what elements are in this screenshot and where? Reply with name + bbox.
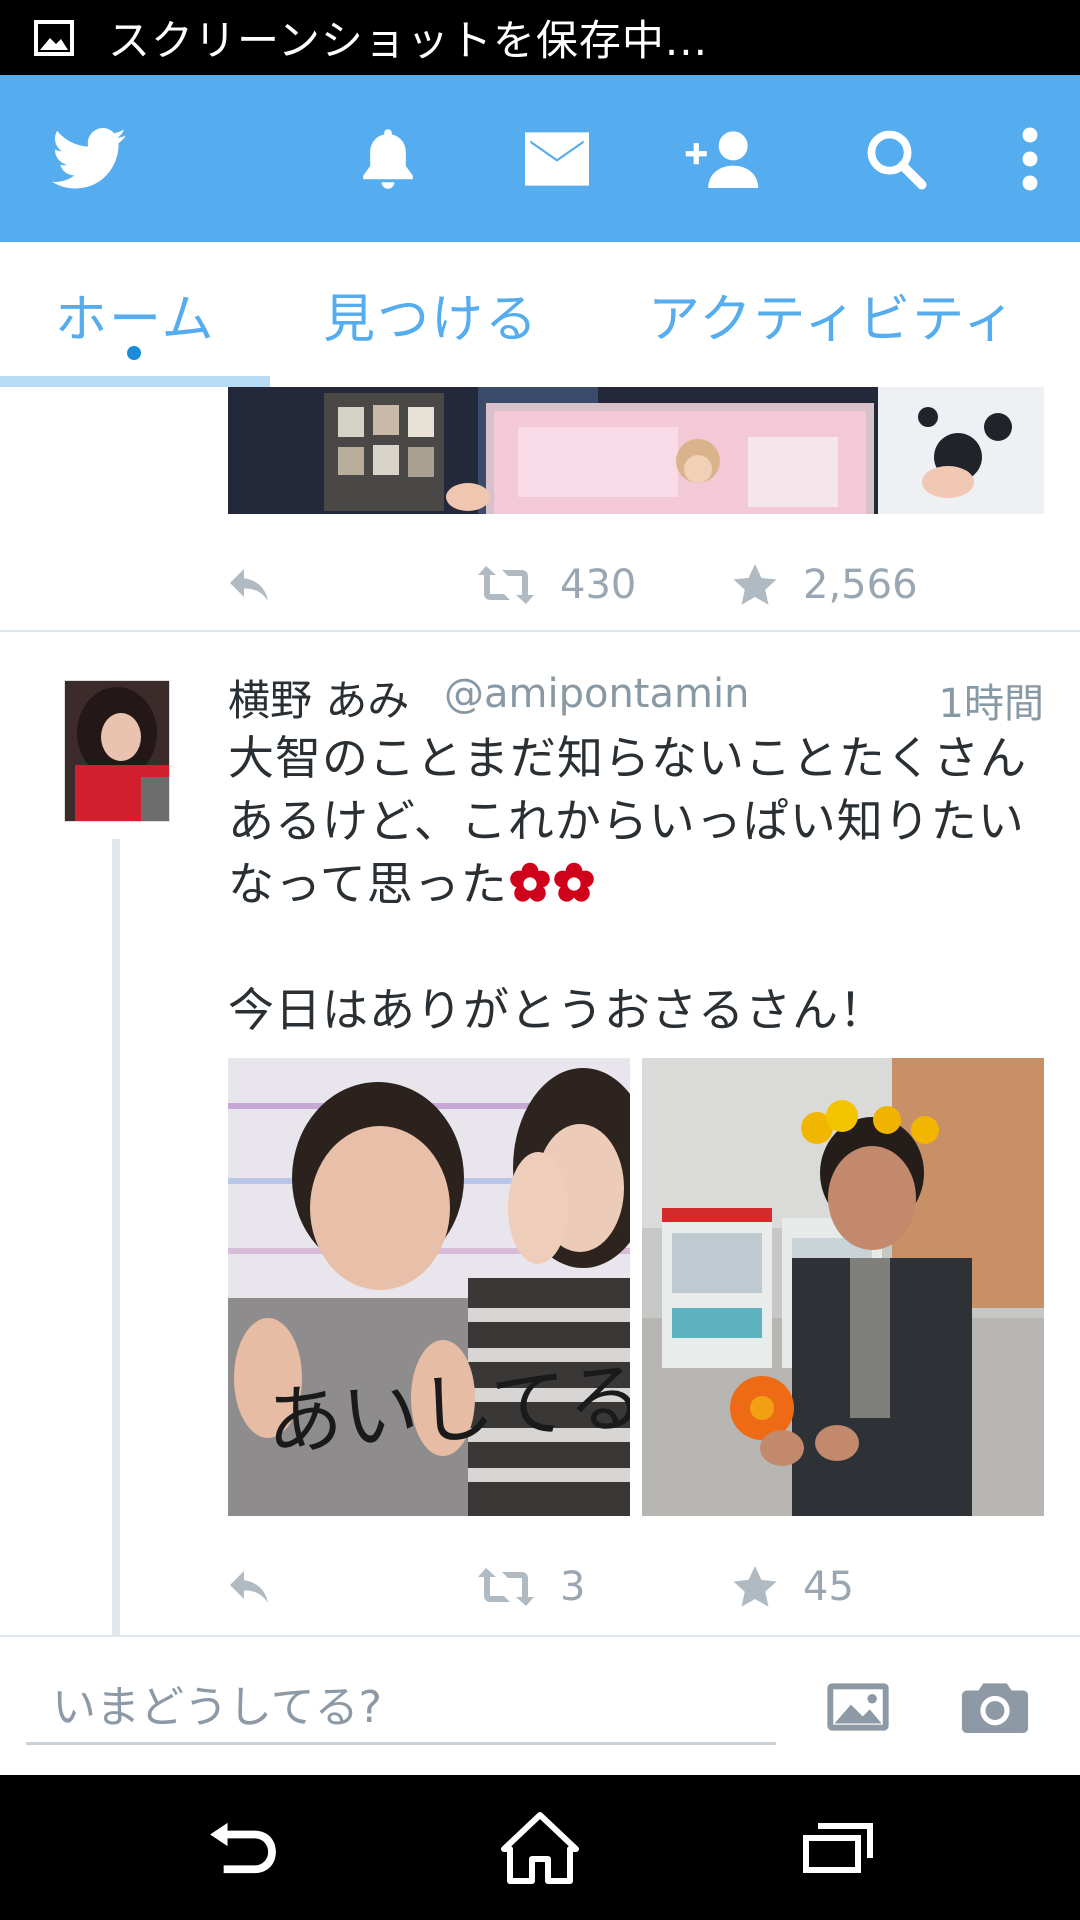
twitter-bird-icon[interactable] xyxy=(40,75,140,242)
red-flower-icon xyxy=(509,862,550,902)
tweet-text-line: なって思った xyxy=(228,857,508,911)
favorite-button[interactable]: 45 xyxy=(733,1557,854,1617)
favorite-button[interactable]: 2,566 xyxy=(733,555,918,615)
tweet-photo[interactable] xyxy=(228,387,1044,514)
back-icon[interactable] xyxy=(163,1775,323,1920)
recent-apps-icon[interactable] xyxy=(758,1775,918,1920)
author-handle[interactable]: @amipontamin xyxy=(444,671,749,717)
overflow-menu-icon[interactable] xyxy=(1010,75,1050,242)
conversation-thread-line xyxy=(112,839,120,1635)
compose-bar xyxy=(0,1635,1080,1777)
retweet-count: 430 xyxy=(560,562,637,608)
red-flower-icon xyxy=(553,862,594,902)
tab-bar: ホーム 見つける アクティビティ xyxy=(0,242,1080,389)
timeline-feed[interactable]: 430 2,566 横野 あみ @amipontamin 1時間 大智のことまだ… xyxy=(0,387,1080,1635)
star-icon xyxy=(733,1566,777,1607)
favorite-count: 45 xyxy=(803,1564,854,1610)
tweet-photo[interactable]: あいしてる—。 xyxy=(228,1058,630,1516)
tweet-header: 横野 あみ @amipontamin 1時間 xyxy=(228,667,1044,727)
retweet-button[interactable]: 430 xyxy=(478,555,636,615)
status-text: スクリーンショットを保存中... xyxy=(108,16,708,65)
reply-icon[interactable] xyxy=(228,1557,272,1617)
tab-activity[interactable]: アクティビティ xyxy=(648,242,1017,387)
avatar[interactable] xyxy=(64,680,170,822)
star-icon xyxy=(733,564,777,605)
envelope-icon[interactable] xyxy=(522,75,592,242)
tweet-text-line: 今日はありがとうおさるさん！ xyxy=(228,983,886,1037)
retweet-count: 3 xyxy=(560,1564,586,1610)
tab-discover[interactable]: 見つける xyxy=(323,242,539,387)
status-bar: スクリーンショットを保存中... xyxy=(0,0,1080,75)
author-name[interactable]: 横野 あみ xyxy=(228,667,409,728)
tweet-photo[interactable] xyxy=(642,1058,1044,1516)
retweet-button[interactable]: 3 xyxy=(478,1557,585,1617)
add-person-icon[interactable] xyxy=(672,75,768,242)
camera-icon[interactable] xyxy=(955,1667,1035,1747)
tweet-text-line: 大智のことまだ知らないことたくさん xyxy=(228,731,1027,785)
tweet-actions: 430 2,566 xyxy=(228,555,1044,615)
tweet-text-line: あるけど、これからいっぱい知りたい xyxy=(228,794,1025,848)
tweet-text: 大智のことまだ知らないことたくさん あるけど、これからいっぱい知りたい なって思った… xyxy=(228,727,1058,1042)
tweet-actions: 3 45 xyxy=(228,1557,1044,1617)
image-icon xyxy=(34,19,74,56)
new-content-dot xyxy=(127,346,141,360)
search-icon[interactable] xyxy=(858,75,934,242)
compose-tweet-input[interactable] xyxy=(26,1673,776,1745)
home-icon[interactable] xyxy=(460,1775,620,1920)
tweet-divider xyxy=(0,630,1080,632)
retweet-icon xyxy=(478,566,534,604)
image-icon[interactable] xyxy=(818,1667,898,1747)
app-bar xyxy=(0,75,1080,242)
system-navigation-bar xyxy=(0,1775,1080,1920)
bell-icon[interactable] xyxy=(348,75,428,242)
retweet-icon xyxy=(478,1568,534,1606)
tab-home[interactable]: ホーム xyxy=(55,242,215,387)
reply-icon[interactable] xyxy=(228,555,272,615)
selected-tab-indicator xyxy=(0,376,270,387)
tweet-timestamp: 1時間 xyxy=(938,681,1044,727)
favorite-count: 2,566 xyxy=(803,562,918,608)
